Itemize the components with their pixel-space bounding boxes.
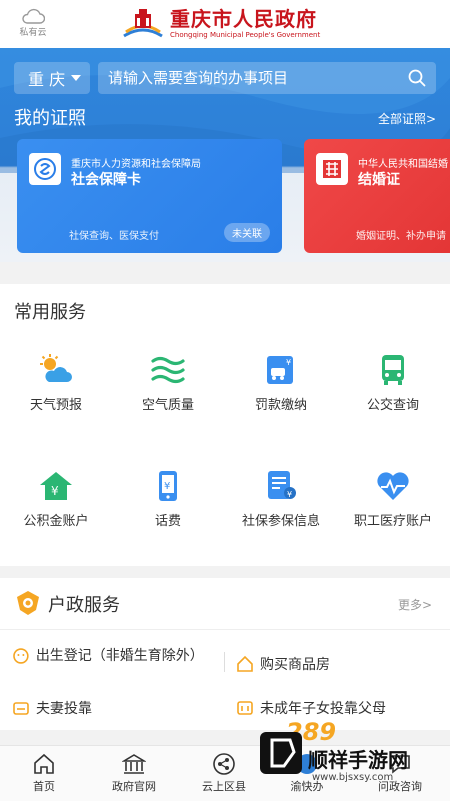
social-insurance-icon: ¥ (268, 471, 296, 499)
service-label: 公交查询 (366, 398, 419, 413)
share-circle-icon (213, 753, 235, 775)
services-title: 常用服务 (14, 302, 86, 323)
birth-registration-item[interactable]: 出生登记（非婚生育除外） (12, 646, 204, 666)
search-bar (98, 62, 436, 94)
household-services-section: 户政服务 更多> 出生登记（非婚生育除外） 购买商品房 夫妻投靠 未成年子女投靠… (0, 578, 450, 730)
hero-section: 重 庆 我的证照 全部证照> 重庆市人力资源和社会保障局 社会保障卡 社保查询、… (0, 48, 450, 262)
link-status-badge[interactable]: 未关联 (224, 223, 270, 242)
svg-text:¥: ¥ (286, 358, 291, 367)
household-services-header: 户政服务 更多> (0, 578, 450, 630)
home-icon (34, 753, 54, 774)
nav-gov-website[interactable]: 政府官网 (99, 752, 169, 794)
house-icon (237, 655, 253, 672)
svg-text:¥: ¥ (164, 481, 170, 492)
service-housing-fund[interactable]: ¥ 公积金账户 (6, 470, 106, 529)
watermark-logo-icon (260, 732, 302, 774)
nav-label: 政府官网 (112, 780, 156, 793)
item-label: 购买商品房 (260, 657, 330, 673)
watermark-url: www.bjsxsy.com (312, 772, 394, 783)
buy-house-item[interactable]: 购买商品房 (236, 654, 330, 674)
item-label: 夫妻投靠 (36, 701, 92, 717)
svg-text:¥: ¥ (51, 484, 59, 498)
service-social-insurance[interactable]: ¥ 社保参保信息 (231, 470, 331, 529)
double-happiness-icon (316, 153, 348, 185)
service-fine-payment[interactable]: ¥ 罚款缴纳 (231, 354, 331, 413)
spouse-icon (13, 702, 29, 715)
logo-title: 重庆市人民政府 (170, 7, 317, 31)
card-issuer: 中华人民共和国结婚 (358, 159, 448, 170)
service-label: 话费 (154, 514, 181, 529)
card-description: 社保查询、医保支付 (69, 231, 159, 242)
item-label: 出生登记（非婚生育除外） (35, 648, 204, 664)
all-licenses-link[interactable]: 全部证照> (378, 110, 436, 127)
social-security-logo-icon (29, 153, 61, 185)
card-description: 婚姻证明、补办申请 (356, 231, 446, 242)
card-name: 社会保障卡 (71, 172, 141, 188)
phone-bill-icon: ¥ (159, 471, 177, 501)
family-icon (237, 701, 253, 715)
cloud-icon (22, 8, 45, 24)
spouse-join-item[interactable]: 夫妻投靠 (12, 698, 92, 718)
medical-account-icon (377, 472, 409, 500)
baby-icon (13, 648, 29, 664)
search-input[interactable] (108, 62, 398, 94)
service-label: 社保参保信息 (241, 514, 320, 529)
service-phone-bill[interactable]: ¥ 话费 (118, 470, 218, 529)
nav-home[interactable]: 首页 (9, 752, 79, 794)
site-watermark: 289 顺祥手游网 www.bjsxsy.com (256, 712, 450, 801)
service-weather[interactable]: 天气预报 (6, 354, 106, 413)
government-logo: 重庆市人民政府 Chongqing Municipal People's Gov… (122, 6, 320, 42)
logo-subtitle: Chongqing Municipal People's Government (170, 31, 321, 39)
social-security-card[interactable]: 重庆市人力资源和社会保障局 社会保障卡 社保查询、医保支付 未关联 (17, 139, 282, 253)
search-icon[interactable] (408, 69, 426, 87)
nav-label: 首页 (33, 780, 55, 793)
nav-cloud-districts[interactable]: 云上区县 (189, 752, 259, 794)
service-label: 罚款缴纳 (254, 398, 307, 413)
air-quality-icon (151, 356, 185, 384)
service-label: 空气质量 (141, 398, 194, 413)
common-services-section: 常用服务 天气预报 空气质量 ¥ 罚款缴纳 公交查询 ¥ 公积金账户 ¥ 话费 … (0, 284, 450, 566)
city-selector[interactable]: 重 庆 (14, 62, 90, 94)
fine-payment-icon: ¥ (267, 356, 293, 384)
cloud-label: 私有云 (19, 28, 47, 38)
private-cloud-button[interactable]: 私有云 (18, 8, 48, 38)
service-bus[interactable]: 公交查询 (343, 354, 443, 413)
marriage-certificate-card[interactable]: 中华人民共和国结婚 结婚证 婚姻证明、补办申请 (304, 139, 450, 253)
top-header: 私有云 重庆市人民政府 Chongqing Municipal People's… (0, 0, 450, 48)
card-name: 结婚证 (358, 172, 400, 188)
government-emblem-icon (123, 9, 163, 38)
service-medical-account[interactable]: 职工医疗账户 (343, 470, 443, 529)
police-badge-icon (17, 591, 39, 615)
household-services-title: 户政服务 (48, 595, 120, 616)
more-link[interactable]: 更多> (398, 596, 432, 613)
housing-fund-icon: ¥ (40, 472, 72, 500)
divider (224, 652, 225, 672)
nav-label: 云上区县 (202, 780, 246, 793)
city-value: 重 庆 (28, 70, 66, 89)
licenses-title: 我的证照 (14, 108, 86, 129)
watermark-title: 顺祥手游网 (308, 748, 408, 772)
service-label: 职工医疗账户 (353, 514, 432, 529)
chevron-down-icon (71, 75, 81, 81)
service-label: 天气预报 (29, 398, 82, 413)
weather-icon (40, 354, 72, 382)
service-label: 公积金账户 (23, 514, 89, 529)
service-air-quality[interactable]: 空气质量 (118, 354, 218, 413)
bus-icon (382, 355, 404, 385)
svg-text:¥: ¥ (287, 490, 292, 499)
card-issuer: 重庆市人力资源和社会保障局 (71, 159, 201, 170)
government-building-icon (122, 754, 146, 774)
